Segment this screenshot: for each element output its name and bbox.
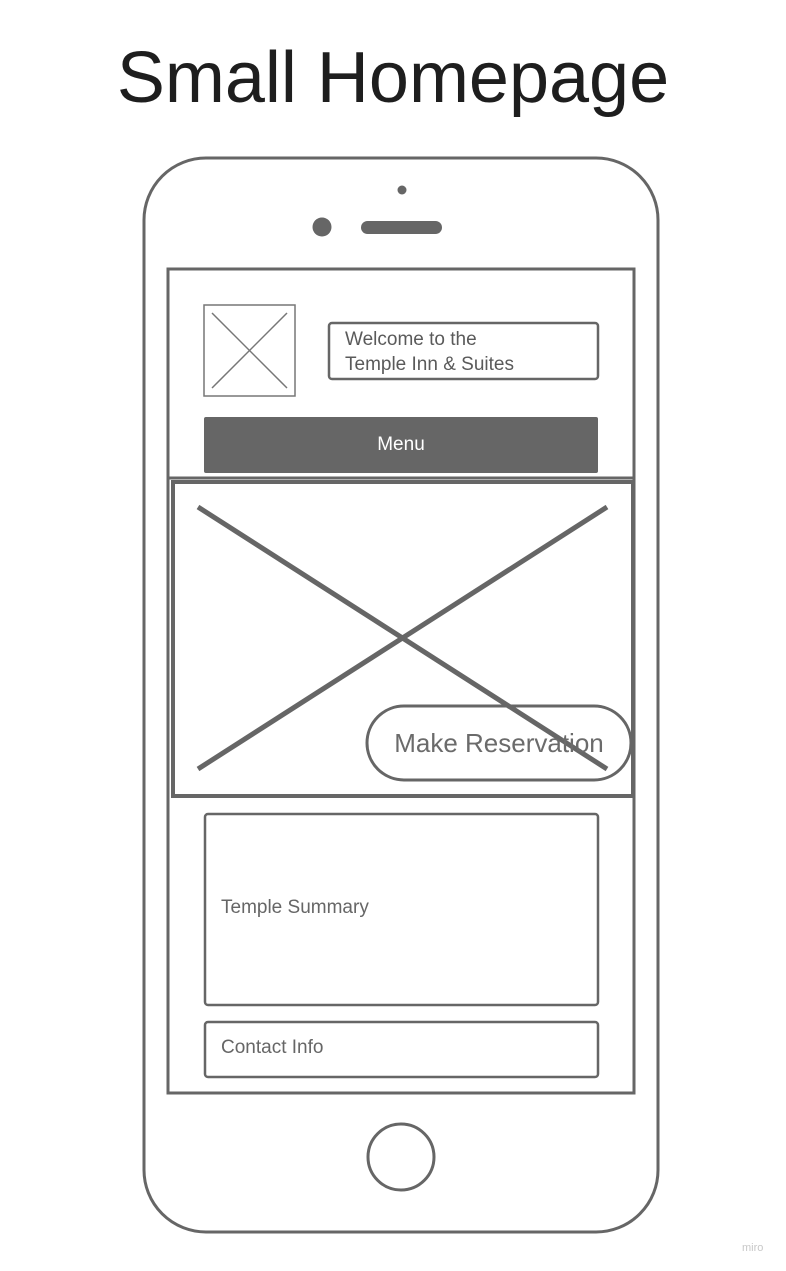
welcome-text: Welcome to the Temple Inn & Suites [345, 329, 514, 375]
phone-wireframe [142, 156, 660, 1234]
speaker-grille [361, 221, 442, 234]
phone-screen [166, 267, 636, 1095]
phone-body [142, 156, 660, 1234]
temple-summary-label: Temple Summary [221, 897, 369, 918]
make-reservation-button[interactable]: Make Reservation [367, 706, 631, 780]
camera-icon [397, 185, 407, 195]
logo-placeholder [203, 304, 296, 397]
contact-info-label: Contact Info [221, 1037, 324, 1058]
home-button [366, 1122, 436, 1192]
sensor-icon [312, 217, 332, 237]
menu-button[interactable]: Menu [204, 417, 598, 473]
miro-watermark: miro [742, 1242, 764, 1254]
